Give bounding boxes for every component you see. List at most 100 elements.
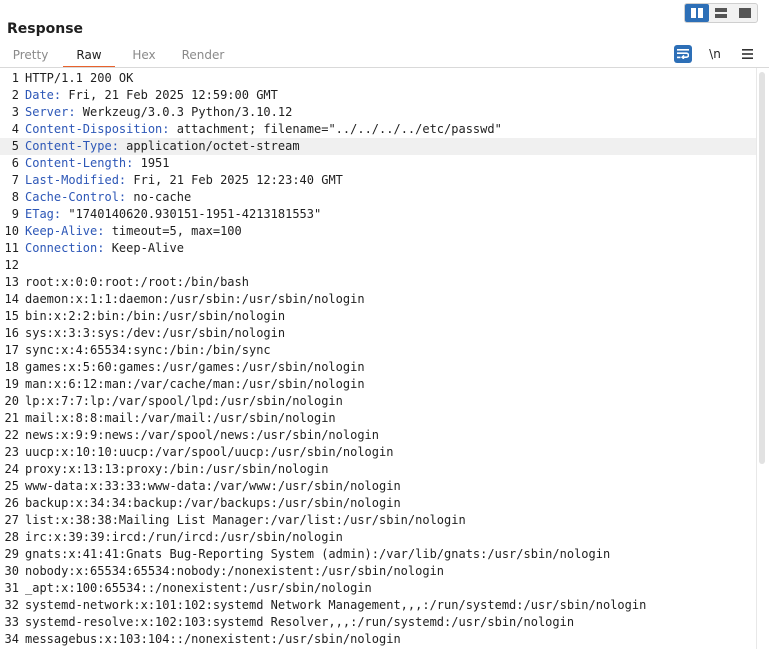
header-line: 6 Content-Length: 1951 (0, 155, 756, 172)
line-number: 7 (11, 173, 19, 187)
header-line: 1 HTTP/1.1 200 OK (0, 70, 756, 87)
body-text: messagebus:x:103:104::/nonexistent:/usr/… (25, 632, 401, 646)
header-name: Content-Length: (25, 156, 134, 170)
header-value: Fri, 21 Feb 2025 12:59:00 GMT (61, 88, 278, 102)
header-name: Content-Disposition: (25, 122, 170, 136)
body-line: 27 list:x:38:38:Mailing List Manager:/var… (0, 512, 756, 529)
header-name: Cache-Control: (25, 190, 127, 204)
header-line: 7 Last-Modified: Fri, 21 Feb 2025 12:23:4… (0, 172, 756, 189)
line-number: 20 (4, 394, 19, 408)
split-rows-icon[interactable] (709, 4, 733, 22)
hamburger-menu-icon[interactable] (738, 45, 756, 63)
body-line: 19 man:x:6:12:man:/var/cache/man:/usr/sbi… (0, 376, 756, 393)
header-line: 4 Content-Disposition: attachment; filena… (0, 121, 756, 138)
body-text: sync:x:4:65534:sync:/bin:/bin/sync (25, 343, 271, 357)
line-number: 28 (4, 530, 19, 544)
layout-toggle[interactable] (684, 3, 758, 23)
body-line: 28 irc:x:39:39:ircd:/run/ircd:/usr/sbin/n… (0, 529, 756, 546)
body-text: backup:x:34:34:backup:/var/backups:/usr/… (25, 496, 401, 510)
line-number: 26 (4, 496, 19, 510)
line-number: 15 (4, 309, 19, 323)
line-number: 8 (11, 190, 19, 204)
word-wrap-icon[interactable] (674, 45, 692, 63)
line-number: 19 (4, 377, 19, 391)
line-number: 16 (4, 326, 19, 340)
body-line: 33 systemd-resolve:x:102:103:systemd Reso… (0, 614, 756, 631)
body-text: man:x:6:12:man:/var/cache/man:/usr/sbin/… (25, 377, 365, 391)
raw-response-editor[interactable]: 1 HTTP/1.1 200 OK 2 Date: Fri, 21 Feb 2025 … (0, 70, 756, 649)
line-number: 18 (4, 360, 19, 374)
tab-hex[interactable]: Hex (125, 44, 163, 68)
line-number: 12 (4, 258, 19, 272)
header-value: "1740140620.930151-1951-4213181553" (61, 207, 322, 221)
header-value: timeout=5, max=100 (104, 224, 242, 238)
header-value: Fri, 21 Feb 2025 12:23:40 GMT (126, 173, 343, 187)
body-text: mail:x:8:8:mail:/var/mail:/usr/sbin/nolo… (25, 411, 336, 425)
line-number: 13 (4, 275, 19, 289)
header-name: Content-Type: (25, 139, 119, 153)
line-number: 3 (11, 105, 19, 119)
header-line: 3 Server: Werkzeug/3.0.3 Python/3.10.12 (0, 104, 756, 121)
line-number: 4 (11, 122, 19, 136)
line-number: 27 (4, 513, 19, 527)
line-number: 6 (11, 156, 19, 170)
line-number: 25 (4, 479, 19, 493)
body-line: 16 sys:x:3:3:sys:/dev:/usr/sbin/nologin (0, 325, 756, 342)
header-line: 5 Content-Type: application/octet-stream (0, 138, 756, 155)
panel-title: Response (7, 21, 84, 37)
tab-divider (0, 67, 769, 68)
header-line: 10 Keep-Alive: timeout=5, max=100 (0, 223, 756, 240)
header-name: Connection: (25, 241, 105, 255)
body-text: irc:x:39:39:ircd:/run/ircd:/usr/sbin/nol… (25, 530, 343, 544)
header-value: attachment; filename="../../../../etc/pa… (169, 122, 502, 136)
body-line: 17 sync:x:4:65534:sync:/bin:/bin/sync (0, 342, 756, 359)
line-number: 17 (4, 343, 19, 357)
body-text: news:x:9:9:news:/var/spool/news:/usr/sbi… (25, 428, 380, 442)
body-line: 23 uucp:x:10:10:uucp:/var/spool/uucp:/usr… (0, 444, 756, 461)
newline-toggle-button[interactable]: \n (706, 45, 724, 63)
line-number: 33 (4, 615, 19, 629)
header-value: Keep-Alive (104, 241, 184, 255)
line-number: 2 (11, 88, 19, 102)
single-panel-icon[interactable] (733, 4, 757, 22)
tab-pretty[interactable]: Pretty (12, 44, 49, 68)
header-name: Keep-Alive: (25, 224, 105, 238)
line-number: 10 (4, 224, 19, 238)
split-columns-icon[interactable] (685, 4, 709, 22)
tab-raw[interactable]: Raw (63, 44, 115, 68)
header-line: 12 (0, 257, 756, 274)
body-text: lp:x:7:7:lp:/var/spool/lpd:/usr/sbin/nol… (25, 394, 343, 408)
line-number: 29 (4, 547, 19, 561)
body-line: 31 _apt:x:100:65534::/nonexistent:/usr/sb… (0, 580, 756, 597)
body-line: 34 messagebus:x:103:104::/nonexistent:/us… (0, 631, 756, 648)
editor-toolbar: \n (674, 45, 756, 63)
header-value: HTTP/1.1 200 OK (25, 71, 134, 85)
header-line: 8 Cache-Control: no-cache (0, 189, 756, 206)
body-line: 22 news:x:9:9:news:/var/spool/news:/usr/s… (0, 427, 756, 444)
body-text: nobody:x:65534:65534:nobody:/nonexistent… (25, 564, 445, 578)
body-text: systemd-resolve:x:102:103:systemd Resolv… (25, 615, 575, 629)
header-value: Werkzeug/3.0.3 Python/3.10.12 (75, 105, 293, 119)
line-number: 32 (4, 598, 19, 612)
line-number: 14 (4, 292, 19, 306)
body-line: 24 proxy:x:13:13:proxy:/bin:/usr/sbin/nol… (0, 461, 756, 478)
header-line: 11 Connection: Keep-Alive (0, 240, 756, 257)
tab-render[interactable]: Render (173, 44, 233, 68)
body-text: gnats:x:41:41:Gnats Bug-Reporting System… (25, 547, 611, 561)
header-value: 1951 (133, 156, 170, 170)
line-number: 22 (4, 428, 19, 442)
body-line: 15 bin:x:2:2:bin:/bin:/usr/sbin/nologin (0, 308, 756, 325)
line-number: 24 (4, 462, 19, 476)
body-line: 20 lp:x:7:7:lp:/var/spool/lpd:/usr/sbin/n… (0, 393, 756, 410)
header-line: 2 Date: Fri, 21 Feb 2025 12:59:00 GMT (0, 87, 756, 104)
body-text: sys:x:3:3:sys:/dev:/usr/sbin/nologin (25, 326, 286, 340)
header-name: Last-Modified: (25, 173, 127, 187)
body-text: list:x:38:38:Mailing List Manager:/var/l… (25, 513, 466, 527)
header-line: 9 ETag: "1740140620.930151-1951-421318155… (0, 206, 756, 223)
vertical-scrollbar-thumb[interactable] (759, 72, 765, 464)
line-number: 1 (11, 71, 19, 85)
header-value: no-cache (126, 190, 192, 204)
view-tabs: Pretty Raw Hex Render (0, 44, 233, 68)
line-number: 9 (11, 207, 19, 221)
body-line: 32 systemd-network:x:101:102:systemd Netw… (0, 597, 756, 614)
